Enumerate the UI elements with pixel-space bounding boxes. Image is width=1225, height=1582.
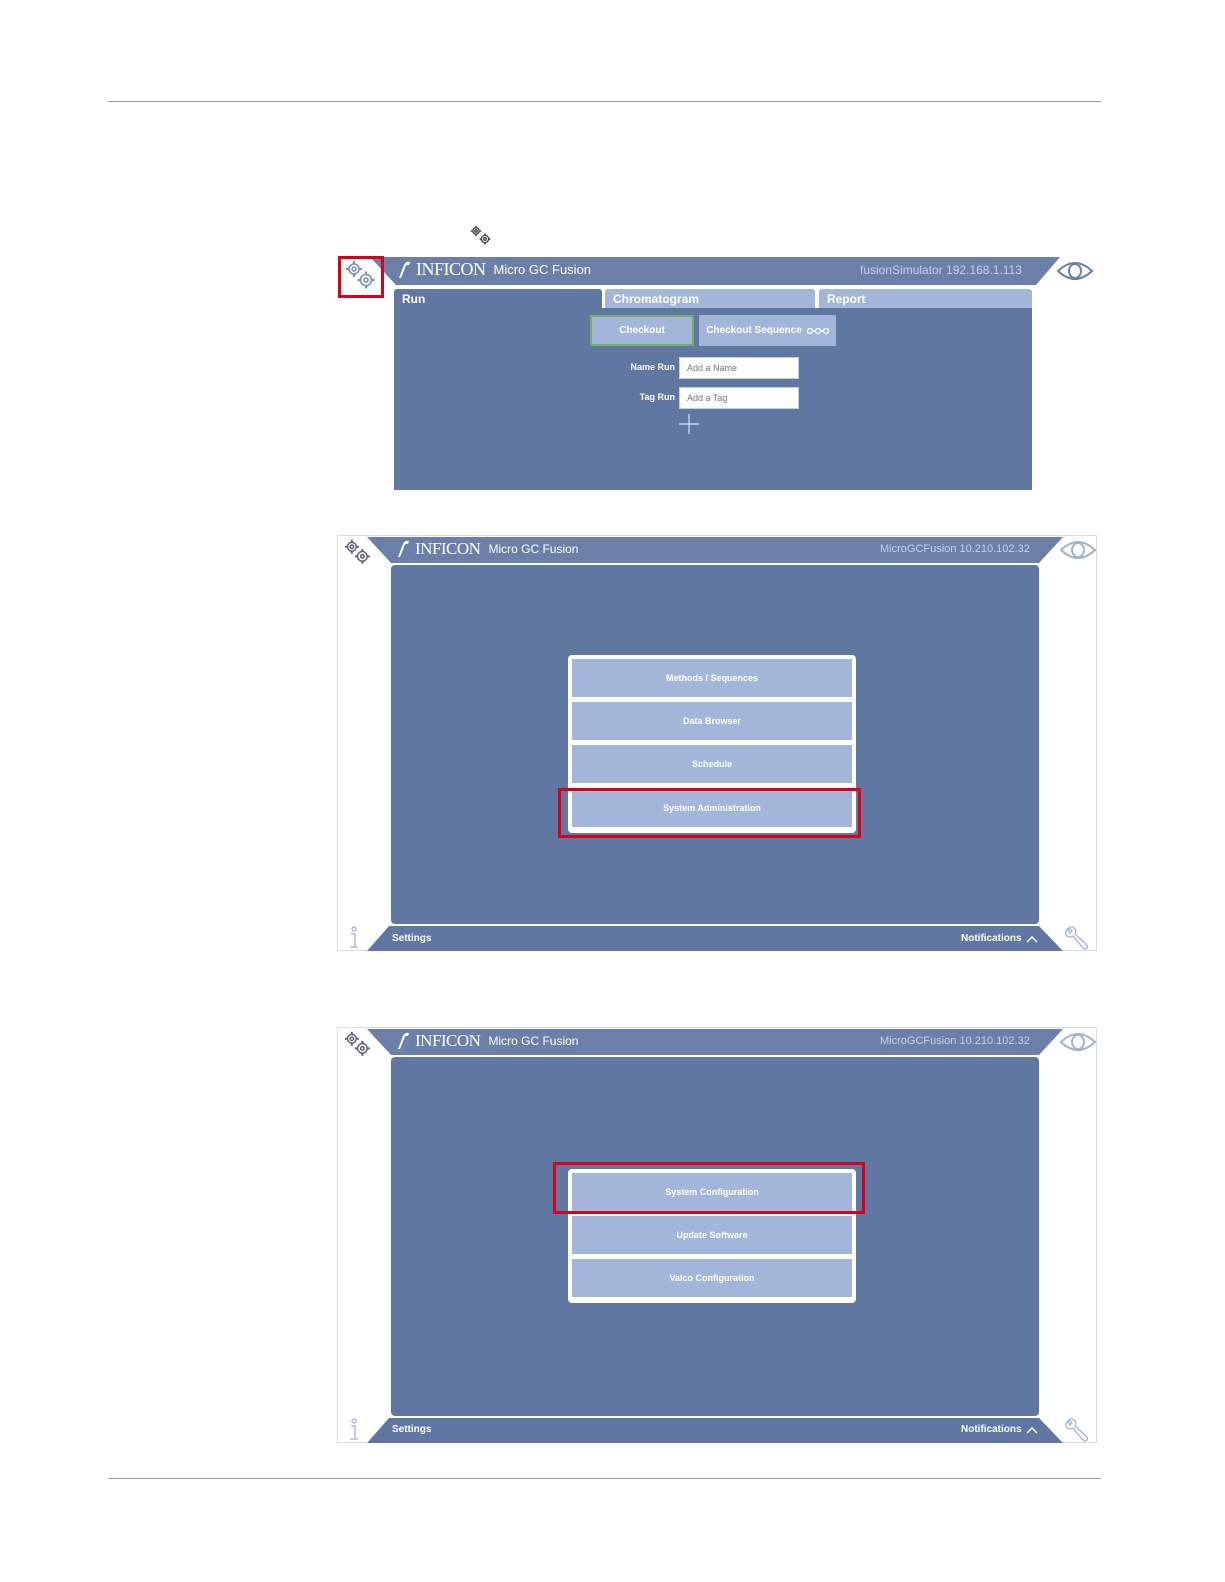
inficon-logo-icon [399,261,410,278]
eye-icon[interactable] [1056,259,1094,283]
wrench-icon[interactable] [1063,926,1089,952]
page-top-rule [108,101,1101,102]
eye-icon[interactable] [1059,538,1097,562]
footer-band [367,926,1063,951]
menu-item-update-software[interactable]: Update Software [572,1216,852,1254]
screenshot-system-administration-menu: INFICON Micro GC Fusion MicroGCFusion 10… [337,1027,1097,1445]
brand-name: INFICON [415,1031,481,1050]
info-icon[interactable] [346,1418,362,1442]
brand: INFICON Micro GC Fusion [396,259,591,280]
screenshot-run-screen: INFICON Micro GC Fusion fusionSimulator … [338,255,1098,491]
system-configuration-highlight [553,1162,865,1214]
menu-item-valco-configuration[interactable]: Valco Configuration [572,1259,852,1297]
brand-product: Micro GC Fusion [493,262,592,277]
wrench-icon[interactable] [1063,1418,1089,1444]
chevron-up-icon [1026,1426,1038,1434]
menu-item-data-browser[interactable]: Data Browser [572,702,852,740]
footer-band [367,1418,1063,1443]
screenshot-settings-menu: INFICON Micro GC Fusion MicroGCFusion 10… [337,535,1097,953]
tag-run-label: Tag Run [639,392,675,402]
plus-icon[interactable] [678,413,700,435]
gear-icon[interactable] [344,259,378,291]
checkout-sequence-button[interactable]: Checkout Sequence [699,315,836,346]
gear-icon[interactable] [343,538,373,566]
tab-run[interactable]: Run [394,289,602,309]
gear-icon[interactable] [343,1030,373,1058]
brand-product: Micro GC Fusion [488,542,579,556]
brand: INFICON Micro GC Fusion [395,539,578,559]
tab-report[interactable]: Report [819,289,1032,309]
inficon-logo-icon [398,540,409,557]
host-address: fusionSimulator 192.168.1.113 [860,263,1022,277]
system-administration-highlight [558,788,861,838]
tab-chromatogram[interactable]: Chromatogram [605,289,815,309]
footer-settings-label: Settings [392,933,432,944]
menu-item-schedule[interactable]: Schedule [572,745,852,783]
sequence-icon [806,327,829,334]
tag-run-input[interactable] [679,387,799,409]
name-run-label: Name Run [630,362,675,372]
checkout-button[interactable]: Checkout [590,315,694,346]
notifications-toggle[interactable]: Notifications [961,933,1038,944]
brand-name: INFICON [415,539,481,558]
host-address: MicroGCFusion 10.210.102.32 [880,1035,1030,1047]
brand: INFICON Micro GC Fusion [395,1031,578,1051]
footer-settings-label: Settings [392,1424,432,1435]
name-run-input[interactable] [679,357,799,379]
page-bottom-rule [108,1478,1101,1479]
checkout-sequence-label: Checkout Sequence [706,325,802,336]
notifications-label: Notifications [961,1424,1022,1435]
inficon-logo-icon [398,1032,409,1049]
notifications-label: Notifications [961,933,1022,944]
gear-icon [470,225,491,245]
chevron-up-icon [1026,935,1038,943]
brand-product: Micro GC Fusion [488,1034,579,1048]
menu-item-methods-sequences[interactable]: Methods / Sequences [572,659,852,697]
info-icon[interactable] [346,926,362,950]
brand-name: INFICON [416,259,486,279]
host-address: MicroGCFusion 10.210.102.32 [880,543,1030,555]
eye-icon[interactable] [1059,1030,1097,1054]
notifications-toggle[interactable]: Notifications [961,1424,1038,1435]
